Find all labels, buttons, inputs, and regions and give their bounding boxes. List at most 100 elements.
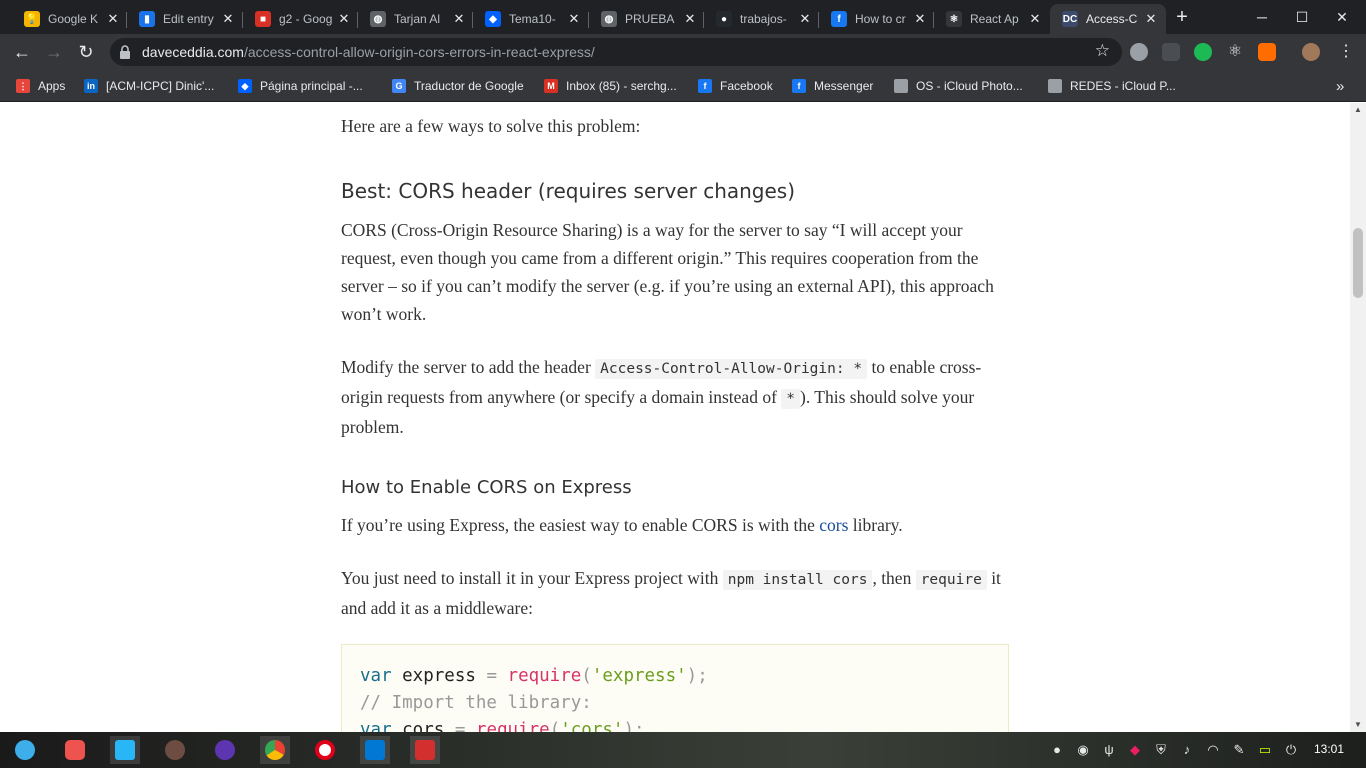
tab-label: Google K	[48, 12, 99, 26]
bookmark-label: Traductor de Google	[414, 79, 524, 93]
shield-icon[interactable]: ⛨	[1153, 742, 1169, 758]
modify-paragraph: Modify the server to add the header Acce…	[341, 357, 982, 437]
code-block: var express = require('express'); // Imp…	[341, 644, 1009, 732]
close-tab-icon[interactable]: ✕	[913, 11, 927, 27]
bookmark-item[interactable]: f Facebook	[698, 77, 773, 95]
maximize-button[interactable]: ☐	[1290, 5, 1314, 29]
heading-enable-cors-express: How to Enable CORS on Express	[341, 477, 632, 498]
back-button[interactable]: ←	[10, 40, 34, 64]
tab-10[interactable]: DC Access-C ✕	[1050, 4, 1166, 34]
tray-icon[interactable]: ✎	[1231, 742, 1247, 758]
bookmark-label: OS - iCloud Photo...	[916, 79, 1023, 93]
battery-icon[interactable]: ▭	[1257, 742, 1273, 758]
tab-9[interactable]: ⚛ React Ap ✕	[934, 4, 1050, 34]
globe-icon: ◍	[601, 11, 617, 27]
taskbar-app[interactable]	[60, 736, 90, 764]
code-line: // Import the library:	[360, 693, 592, 713]
scrollbar-thumb[interactable]	[1353, 228, 1363, 298]
page-scrollbar[interactable]: ▲ ▼	[1350, 103, 1366, 732]
reload-button[interactable]: ↻	[74, 40, 98, 64]
bookmark-item[interactable]: f Messenger	[792, 77, 873, 95]
vscode-icon	[365, 740, 385, 760]
close-tab-icon[interactable]: ✕	[798, 11, 812, 27]
tab-7[interactable]: ● trabajos- ✕	[704, 4, 820, 34]
install-paragraph: You just need to install it in your Expr…	[341, 568, 1001, 618]
bookmark-item[interactable]: G Traductor de Google	[392, 77, 524, 95]
inline-code: npm install cors	[722, 570, 873, 590]
tab-8[interactable]: f How to cr ✕	[819, 4, 935, 34]
intro-paragraph: Here are a few ways to solve this proble…	[341, 116, 641, 136]
chat-icon[interactable]: ●	[1049, 742, 1065, 758]
tray-icon[interactable]: ◆	[1127, 742, 1143, 758]
page-content: Here are a few ways to solve this proble…	[0, 103, 1350, 732]
heading-best-cors: Best: CORS header (requires server chang…	[341, 179, 796, 203]
close-tab-icon[interactable]: ✕	[567, 11, 581, 27]
express-paragraph: If you’re using Express, the easiest way…	[341, 515, 903, 535]
react-icon: ⚛	[946, 11, 962, 27]
extension-icon[interactable]	[1130, 43, 1148, 61]
bookmark-label: Messenger	[814, 79, 874, 93]
clock[interactable]: 13:01	[1314, 742, 1344, 756]
new-tab-button[interactable]: +	[1170, 5, 1194, 29]
taskbar: ● ◉ ψ ◆ ⛨ ♪ ◠ ✎ ▭ ⏻ 13:01	[0, 732, 1366, 768]
bookmark-label: [ACM-ICPC] Dinic'...	[106, 79, 215, 93]
close-tab-icon[interactable]: ✕	[452, 11, 466, 27]
taskbar-app[interactable]	[310, 736, 340, 764]
tab-strip: 💡 Google K ✕ ▮ Edit entry ✕ ■ g2 - Goog ✕ ◍ Tarjan…	[0, 0, 1366, 34]
bookmark-item[interactable]: ◆ Página principal -...	[238, 77, 363, 95]
forward-button[interactable]: →	[42, 40, 66, 64]
taskbar-app[interactable]	[110, 736, 140, 764]
wifi-icon[interactable]: ◠	[1205, 742, 1221, 758]
close-tab-icon[interactable]: ✕	[1144, 11, 1158, 27]
tray-icon[interactable]: ◉	[1075, 742, 1091, 758]
tab-1[interactable]: 💡 Google K ✕	[12, 4, 128, 34]
bookmark-item[interactable]: REDES - iCloud P...	[1048, 77, 1176, 95]
bookmark-item[interactable]: M Inbox (85) - serchg...	[544, 77, 677, 95]
scroll-up-arrow-icon[interactable]: ▲	[1350, 103, 1366, 117]
bookmark-item[interactable]: in [ACM-ICPC] Dinic'...	[84, 77, 214, 95]
close-tab-icon[interactable]: ✕	[106, 11, 120, 27]
bookmark-item[interactable]: OS - iCloud Photo...	[894, 77, 1023, 95]
analytics-icon: ▮	[139, 11, 155, 27]
close-tab-icon[interactable]: ✕	[683, 11, 697, 27]
close-window-button[interactable]: ✕	[1330, 5, 1354, 29]
tab-3[interactable]: ■ g2 - Goog ✕	[243, 4, 359, 34]
bookmark-label: Página principal -...	[260, 79, 363, 93]
deepin-icon	[15, 740, 35, 760]
profile-avatar[interactable]	[1302, 43, 1320, 61]
tab-label: PRUEBA	[625, 12, 675, 26]
cors-library-link[interactable]: cors	[819, 515, 848, 535]
scroll-down-arrow-icon[interactable]: ▼	[1350, 718, 1366, 732]
tab-5[interactable]: ◆ Tema10- ✕	[473, 4, 589, 34]
extension-icon[interactable]	[1194, 43, 1212, 61]
extension-icon[interactable]	[1258, 43, 1276, 61]
extension-icon[interactable]	[1162, 43, 1180, 61]
bookmark-favicon-icon: f	[698, 79, 712, 93]
more-bookmarks-button[interactable]: »	[1336, 77, 1344, 95]
volume-icon[interactable]: ♪	[1179, 742, 1195, 758]
taskbar-app[interactable]	[360, 736, 390, 764]
taskbar-app[interactable]	[160, 736, 190, 764]
taskbar-app[interactable]	[210, 736, 240, 764]
tab-2[interactable]: ▮ Edit entry ✕	[127, 4, 243, 34]
power-icon[interactable]: ⏻	[1283, 742, 1299, 758]
menu-icon[interactable]: ⋮	[1334, 40, 1358, 64]
close-tab-icon[interactable]: ✕	[337, 11, 351, 27]
bookmark-item[interactable]: ⋮ Apps	[16, 77, 65, 95]
tab-4[interactable]: ◍ Tarjan Al ✕	[358, 4, 474, 34]
bookmark-star-icon[interactable]: ☆	[1095, 41, 1110, 61]
taskbar-app[interactable]	[260, 736, 290, 764]
react-devtools-icon[interactable]: ⚛	[1226, 43, 1244, 61]
minimize-button[interactable]: ─	[1250, 5, 1274, 29]
tab-6[interactable]: ◍ PRUEBA ✕	[589, 4, 705, 34]
github-icon: ●	[716, 11, 732, 27]
close-tab-icon[interactable]: ✕	[1028, 11, 1042, 27]
inline-code: require	[915, 570, 987, 590]
terminal-icon	[415, 740, 435, 760]
start-menu-button[interactable]	[10, 736, 40, 764]
usb-icon[interactable]: ψ	[1101, 742, 1117, 758]
bookmark-favicon-icon: f	[792, 79, 806, 93]
close-tab-icon[interactable]: ✕	[221, 11, 235, 27]
address-bar[interactable]: daveceddia.com/access-control-allow-orig…	[110, 38, 1122, 66]
taskbar-app[interactable]	[410, 736, 440, 764]
